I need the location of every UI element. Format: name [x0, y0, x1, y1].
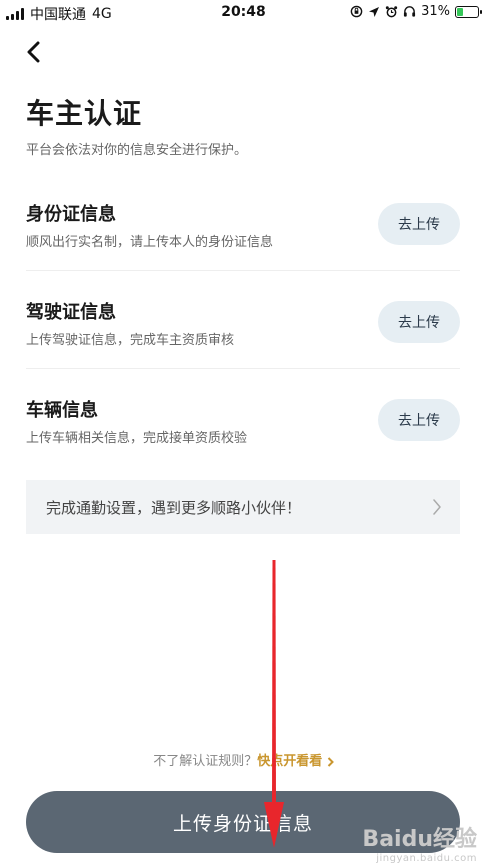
page-subtitle: 平台会依法对你的信息安全进行保护。 — [26, 143, 248, 158]
alarm-icon — [385, 6, 398, 18]
headphones-icon — [404, 6, 416, 17]
commute-settings-text: 完成通勤设置，遇到更多顺路小伙伴！ — [46, 498, 302, 517]
commute-settings-banner[interactable]: 完成通勤设置，遇到更多顺路小伙伴！ — [26, 480, 460, 534]
vehicle-info-section: 车辆信息 上传车辆相关信息，完成接单资质校验 去上传 — [26, 368, 460, 466]
chevron-right-icon — [433, 499, 441, 515]
watermark-brand: Baidu经验 — [362, 827, 477, 852]
driver-license-section: 驾驶证信息 上传驾驶证信息，完成车主资质审核 去上传 — [26, 270, 460, 368]
chevron-left-icon — [27, 41, 40, 63]
back-button[interactable] — [26, 38, 52, 66]
watermark-url: jingyan.baidu.com — [376, 853, 477, 864]
red-arrow-annotation — [264, 560, 284, 848]
section-title: 车辆信息 — [26, 400, 98, 421]
chevron-right-icon — [327, 756, 334, 767]
battery-icon — [455, 5, 482, 18]
page-title: 车主认证 — [26, 97, 143, 130]
upload-id-card-button[interactable]: 去上传 — [378, 203, 460, 245]
section-description: 上传驾驶证信息，完成车主资质审核 — [26, 333, 235, 348]
rules-question: 不了解认证规则？ — [153, 754, 258, 769]
status-bar: 中国联通 4G 20:48 31% — [0, 0, 487, 26]
section-title: 身份证信息 — [26, 204, 116, 225]
location-arrow-icon — [369, 6, 380, 17]
rotation-lock-icon — [350, 5, 363, 18]
upload-vehicle-info-button[interactable]: 去上传 — [378, 399, 460, 441]
battery-percent: 31% — [421, 4, 450, 19]
battery-fill — [457, 7, 464, 16]
rules-hint: 不了解认证规则？快点开看看 — [0, 750, 487, 769]
section-description: 上传车辆相关信息，完成接单资质校验 — [26, 431, 248, 446]
section-description: 顺风出行实名制，请上传本人的身份证信息 — [26, 235, 274, 250]
baidu-jingyan-watermark: Baidu经验 jingyan.baidu.com — [362, 821, 477, 864]
id-card-section: 身份证信息 顺风出行实名制，请上传本人的身份证信息 去上传 — [26, 172, 460, 270]
status-right: 31% — [350, 4, 482, 19]
upload-driver-license-button[interactable]: 去上传 — [378, 301, 460, 343]
section-title: 驾驶证信息 — [26, 302, 116, 323]
